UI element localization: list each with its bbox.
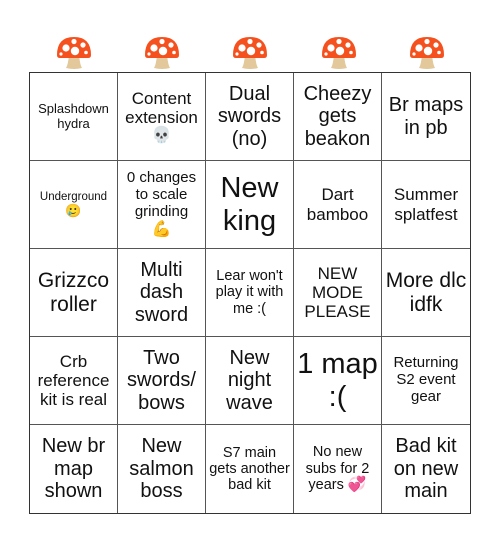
bingo-cell[interactable]: Two swords/ bows bbox=[118, 337, 206, 425]
cell-text: Crb reference kit is real bbox=[37, 351, 110, 410]
cell-text: Splashdown hydra bbox=[38, 100, 109, 131]
cell-text: Returning S2 event gear bbox=[393, 354, 459, 405]
bingo-cell[interactable]: NEW MODE PLEASE bbox=[294, 249, 382, 337]
cell-text: Two swords/ bows bbox=[127, 346, 196, 414]
header-cell bbox=[383, 28, 471, 72]
cell-text: Dart bamboo bbox=[306, 185, 369, 224]
mushroom-icon bbox=[143, 33, 181, 71]
bingo-cell[interactable]: Bad kit on new main bbox=[382, 425, 470, 513]
bingo-cell[interactable]: Br maps in pb bbox=[382, 73, 470, 161]
revolving-hearts-icon: 💞 bbox=[347, 475, 367, 493]
bingo-cell[interactable]: Grizzco roller bbox=[30, 249, 118, 337]
bingo-cell[interactable]: S7 main gets another bad kit bbox=[206, 425, 294, 513]
bingo-cell[interactable]: Dart bamboo bbox=[294, 161, 382, 249]
cell-text: Bad kit on new main bbox=[393, 435, 459, 503]
header-row bbox=[30, 28, 471, 72]
cell-text: Underground bbox=[39, 190, 108, 203]
cell-text: New king bbox=[220, 172, 279, 237]
flexed-biceps-icon: 💪 bbox=[151, 221, 172, 239]
cell-text: Lear won't play it with me :( bbox=[215, 268, 284, 317]
cell-text: S7 main gets another bad kit bbox=[209, 444, 290, 494]
smiling-face-with-tear-icon: 🥲 bbox=[65, 202, 82, 218]
bingo-cell[interactable]: Crb reference kit is real bbox=[30, 337, 118, 425]
bingo-cell[interactable]: Multi dash sword bbox=[118, 249, 206, 337]
bingo-cell[interactable]: 0 changes to scale grinding 💪 bbox=[118, 161, 206, 249]
header-cell bbox=[30, 28, 118, 72]
bingo-cell[interactable]: Cheezy gets beakon bbox=[294, 73, 382, 161]
header-cell bbox=[206, 28, 294, 72]
cell-text: Grizzco roller bbox=[37, 268, 110, 316]
bingo-cell[interactable]: Lear won't play it with me :( bbox=[206, 249, 294, 337]
cell-text: NEW MODE PLEASE bbox=[304, 263, 371, 322]
cell-text: Multi dash sword bbox=[134, 258, 189, 326]
mushroom-icon bbox=[55, 33, 93, 71]
bingo-cell[interactable]: No new subs for 2 years 💞 bbox=[294, 425, 382, 513]
cell-text: Cheezy gets beakon bbox=[303, 82, 372, 150]
cell-text: 1 map :( bbox=[297, 348, 378, 413]
bingo-cell[interactable]: More dlc idfk bbox=[382, 249, 470, 337]
bingo-cell[interactable]: Returning S2 event gear bbox=[382, 337, 470, 425]
bingo-grid: Splashdown hydra Content extension 💀 Dual… bbox=[29, 72, 471, 514]
bingo-cell[interactable]: New salmon boss bbox=[118, 425, 206, 513]
cell-text: More dlc idfk bbox=[385, 268, 467, 316]
bingo-cell[interactable]: Splashdown hydra bbox=[30, 73, 118, 161]
bingo-cell[interactable]: Content extension 💀 bbox=[118, 73, 206, 161]
bingo-cell[interactable]: New night wave bbox=[206, 337, 294, 425]
bingo-cell[interactable]: Dual swords (no) bbox=[206, 73, 294, 161]
cell-text: Content extension bbox=[125, 88, 198, 127]
bingo-cell[interactable]: 1 map :( bbox=[294, 337, 382, 425]
cell-text: New night wave bbox=[226, 346, 273, 414]
mushroom-icon bbox=[408, 33, 446, 71]
bingo-cell[interactable]: Summer splatfest bbox=[382, 161, 470, 249]
cell-text: New salmon boss bbox=[129, 435, 194, 503]
header-cell bbox=[295, 28, 383, 72]
cell-text: Br maps in pb bbox=[388, 94, 464, 139]
header-cell bbox=[118, 28, 206, 72]
bingo-cell[interactable]: New king bbox=[206, 161, 294, 249]
mushroom-icon bbox=[320, 33, 358, 71]
cell-text: Summer splatfest bbox=[393, 185, 459, 224]
cell-text: 0 changes to scale grinding bbox=[126, 169, 197, 221]
mushroom-icon bbox=[231, 33, 269, 71]
bingo-cell[interactable]: Underground 🥲 bbox=[30, 161, 118, 249]
bingo-card: Splashdown hydra Content extension 💀 Dual… bbox=[0, 0, 500, 544]
bingo-cell[interactable]: New br map shown bbox=[30, 425, 118, 513]
cell-text: Dual swords (no) bbox=[217, 82, 282, 150]
skull-icon: 💀 bbox=[151, 126, 172, 144]
cell-text: New br map shown bbox=[41, 435, 106, 503]
